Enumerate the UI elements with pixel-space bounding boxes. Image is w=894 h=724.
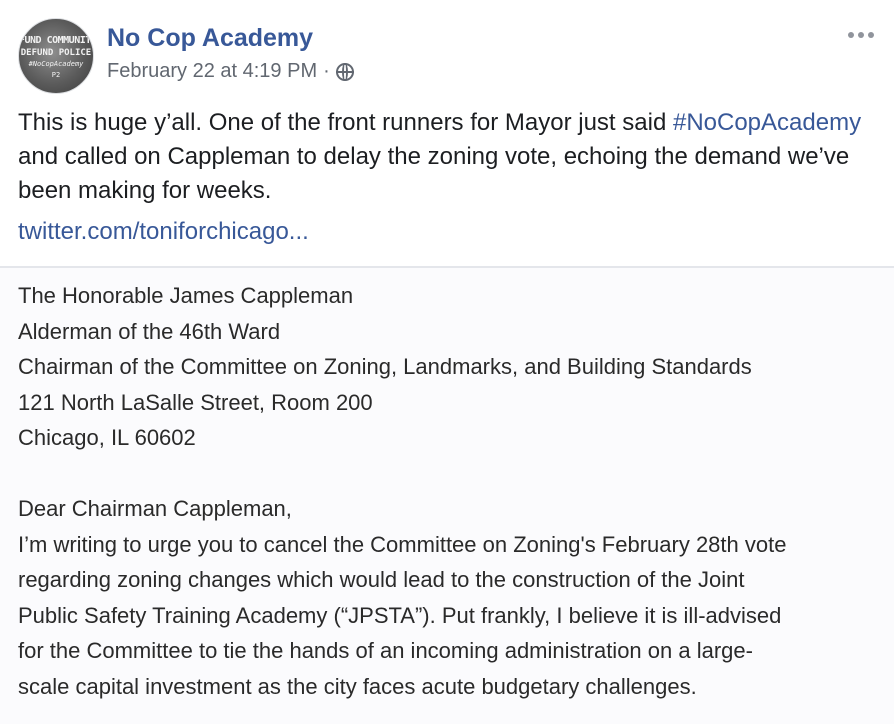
body-line: Public Safety Training Academy (“JPSTA”)…: [18, 602, 782, 628]
ellipsis-dot: [868, 32, 874, 38]
avatar-text-line: P2: [51, 71, 61, 79]
body-line: for the Committee to tie the hands of an…: [18, 638, 753, 663]
avatar-text-line: DEFUND POLICE: [20, 48, 92, 58]
shared-link[interactable]: twitter.com/toniforchicago...: [18, 218, 309, 246]
body-line: I’m writing to urge you to cancel the Co…: [18, 531, 787, 557]
facebook-post: FUND COMMUNITIE DEFUND POLICE #NoCopAcad…: [0, 0, 894, 724]
post-header: FUND COMMUNITIE DEFUND POLICE #NoCopAcad…: [18, 14, 884, 94]
globe-icon[interactable]: [335, 62, 354, 81]
letter-text: The Honorable James Cappleman Alderman o…: [18, 278, 884, 704]
avatar-text-line: FUND COMMUNITIE: [19, 35, 94, 46]
avatar[interactable]: FUND COMMUNITIE DEFUND POLICE #NoCopAcad…: [18, 18, 94, 94]
page-name-link[interactable]: No Cop Academy: [107, 24, 313, 53]
post-text: This is huge y’all. One of the front run…: [18, 106, 878, 208]
address-line: 121 North LaSalle Street, Room 200: [18, 389, 373, 415]
post-text-end: and called on Cappleman to delay the zon…: [18, 143, 850, 204]
letter-image-attachment[interactable]: The Honorable James Cappleman Alderman o…: [0, 268, 894, 724]
post-timestamp[interactable]: February 22 at 4:19 PM: [107, 60, 317, 83]
address-line: Chicago, IL 60602: [18, 425, 196, 450]
avatar-text-line: #NoCopAcademy: [28, 60, 84, 68]
salutation: Dear Chairman Cappleman,: [18, 496, 292, 521]
hashtag-link[interactable]: #NoCopAcademy: [673, 109, 861, 136]
body-line: scale capital investment as the city fac…: [18, 673, 697, 699]
meta-separator: ·: [323, 60, 330, 82]
body-line: regarding zoning changes which would lea…: [18, 567, 745, 592]
address-line: Chairman of the Committee on Zoning, Lan…: [18, 354, 752, 379]
address-line: The Honorable James Cappleman: [18, 283, 354, 308]
address-line: Alderman of the 46th Ward: [18, 318, 281, 344]
ellipsis-dot: [848, 32, 854, 38]
post-meta: February 22 at 4:19 PM ·: [107, 60, 354, 83]
post-text-start: This is huge y’all. One of the front run…: [18, 109, 673, 136]
ellipsis-icon[interactable]: [844, 28, 878, 42]
ellipsis-dot: [858, 32, 864, 38]
